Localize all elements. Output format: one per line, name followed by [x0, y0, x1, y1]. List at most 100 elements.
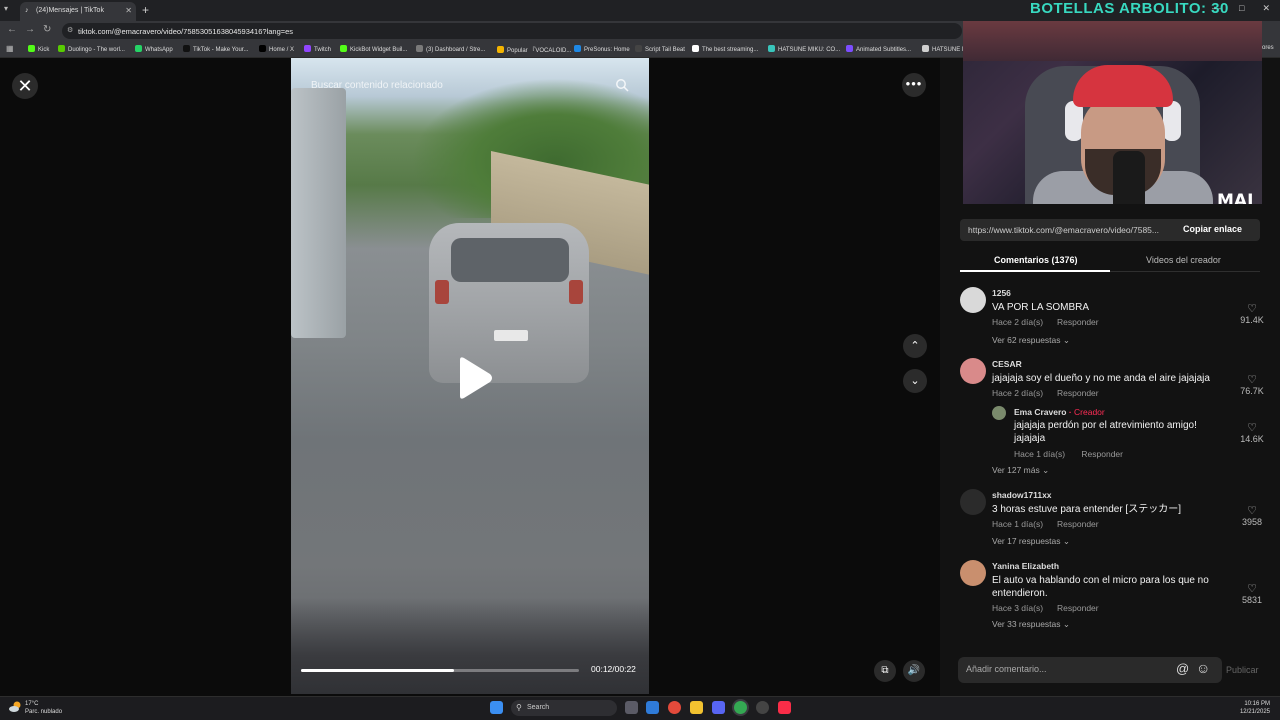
forward-icon[interactable]: →: [25, 24, 35, 35]
bookmark-item[interactable]: Kick: [28, 45, 49, 53]
heart-icon[interactable]: ♡: [1232, 302, 1272, 315]
creator-avatar[interactable]: [992, 406, 1006, 420]
comment-user[interactable]: Yanina Elizabeth: [992, 561, 1059, 571]
task-view-icon[interactable]: [625, 701, 638, 714]
close-tab-icon[interactable]: ✕: [125, 6, 132, 15]
bookmark-item[interactable]: Home / X: [259, 45, 294, 53]
url-field[interactable]: ⚙ tiktok.com/@emacravero/video/758530516…: [62, 23, 962, 39]
weather-desc: Parc. nublado: [25, 709, 63, 715]
discord-icon[interactable]: [712, 701, 725, 714]
bookmark-item[interactable]: Popular 『VOCALOID...: [497, 45, 571, 54]
bookmark-label: Animated Subtitles...: [856, 47, 912, 53]
creator-reply-respond[interactable]: Responder: [1081, 449, 1123, 459]
taskbar-search[interactable]: ⚲ Search: [511, 700, 617, 716]
tab-comments[interactable]: Comentarios (1376): [994, 255, 1078, 265]
opera-icon[interactable]: [668, 701, 681, 714]
back-icon[interactable]: ←: [7, 24, 17, 35]
tab-title: (24)Mensajes | TikTok: [36, 7, 104, 14]
publish-button[interactable]: Publicar: [1226, 665, 1259, 675]
comment-reply-button[interactable]: Responder: [1057, 603, 1099, 613]
copy-link-button[interactable]: Copiar enlace: [1183, 224, 1242, 234]
comment-like-count: 91.4K: [1240, 315, 1264, 325]
bookmark-item[interactable]: Twitch: [304, 45, 331, 53]
obs-icon[interactable]: [756, 701, 769, 714]
close-window-icon[interactable]: ✕: [1262, 3, 1270, 14]
comment-avatar[interactable]: [960, 358, 986, 384]
related-search-input[interactable]: Buscar contenido relacionado: [311, 80, 443, 91]
comment-avatar[interactable]: [960, 489, 986, 515]
video-frame-car-window: [451, 238, 569, 282]
comment-avatar[interactable]: [960, 560, 986, 586]
view-replies-button[interactable]: Ver 62 respuestas ⌄: [992, 335, 1070, 346]
bookmark-item[interactable]: (3) Dashboard / Stre...: [416, 45, 485, 53]
mention-icon[interactable]: @: [1176, 661, 1189, 676]
creator-reply-like[interactable]: ♡ 14.6K: [1232, 421, 1272, 444]
comment-like[interactable]: ♡ 91.4K: [1232, 302, 1272, 325]
comment-user[interactable]: CESAR: [992, 359, 1022, 369]
creator-reply-user[interactable]: Ema Cravero: [1014, 407, 1066, 417]
heart-icon[interactable]: ♡: [1232, 373, 1272, 386]
bookmark-item[interactable]: Animated Subtitles...: [846, 45, 911, 53]
more-bookmarks-label[interactable]: ores: [1262, 45, 1274, 51]
bookmark-favicon-icon: [28, 45, 35, 52]
bookmark-item[interactable]: HATSUNE M: [922, 45, 967, 53]
webcam-microphone: [1113, 151, 1145, 204]
view-replies-button[interactable]: Ver 17 respuestas ⌄: [992, 536, 1070, 547]
comment-like[interactable]: ♡ 76.7K: [1232, 373, 1272, 396]
heart-icon[interactable]: ♡: [1232, 504, 1272, 517]
tab-creator-videos[interactable]: Videos del creador: [1146, 255, 1221, 265]
comment-reply-button[interactable]: Responder: [1057, 317, 1099, 327]
comment-avatar[interactable]: [960, 287, 986, 313]
comment-like[interactable]: ♡ 3958: [1232, 504, 1272, 527]
emoji-icon[interactable]: ☺: [1196, 660, 1210, 676]
previous-video-button[interactable]: ⌃: [903, 334, 927, 358]
heart-icon[interactable]: ♡: [1232, 421, 1272, 434]
video-player[interactable]: Buscar contenido relacionado 00:12/00:22: [291, 58, 649, 694]
comment-like[interactable]: ♡ 5831: [1232, 582, 1272, 605]
bookmark-item[interactable]: HATSUNE MIKU: CO...: [768, 45, 840, 53]
comment-reply-button[interactable]: Responder: [1057, 388, 1099, 398]
apps-icon[interactable]: ▦: [6, 44, 14, 53]
music-icon[interactable]: [778, 701, 791, 714]
comment-placeholder[interactable]: Añadir comentario...: [966, 664, 1047, 674]
chrome-icon[interactable]: [734, 701, 747, 714]
comment-user[interactable]: 1256: [992, 288, 1011, 298]
bookmark-item[interactable]: TikTok - Make Your...: [183, 45, 248, 53]
reload-icon[interactable]: ↻: [43, 24, 51, 35]
weather-icon[interactable]: [8, 700, 22, 714]
browser-tab[interactable]: ♪ (24)Mensajes | TikTok ✕: [20, 2, 136, 21]
bookmark-favicon-icon: [304, 45, 311, 52]
bookmark-item[interactable]: KickBot Widget Buil...: [340, 45, 407, 53]
bookmark-favicon-icon: [635, 45, 642, 52]
share-link-url[interactable]: https://www.tiktok.com/@emacravero/video…: [968, 225, 1176, 235]
next-video-button[interactable]: ⌄: [903, 369, 927, 393]
comment-user[interactable]: shadow1711xx: [992, 490, 1052, 500]
bookmark-item[interactable]: WhatsApp: [135, 45, 173, 53]
bookmark-item[interactable]: The best streaming...: [692, 45, 758, 53]
view-replies-button[interactable]: Ver 127 más ⌄: [992, 465, 1049, 476]
more-options-button[interactable]: •••: [902, 73, 926, 97]
volume-icon[interactable]: 🔊: [903, 660, 925, 682]
floating-player-icon[interactable]: ⧉: [874, 660, 896, 682]
bookmark-item[interactable]: Duolingo - The worl...: [58, 45, 125, 53]
comment-reply-button[interactable]: Responder: [1057, 519, 1099, 529]
weather-widget[interactable]: 17°C Parc. nublado: [25, 700, 62, 716]
start-icon[interactable]: [490, 701, 503, 714]
taskbar-clock[interactable]: 10:16 PM 12/21/2025: [1240, 700, 1270, 716]
new-tab-button[interactable]: +: [142, 3, 149, 17]
file-explorer-icon[interactable]: [690, 701, 703, 714]
bookmark-item[interactable]: PreSonus: Home: [574, 45, 630, 53]
edge-icon[interactable]: [646, 701, 659, 714]
site-info-icon[interactable]: ⚙: [67, 26, 73, 34]
bookmark-item[interactable]: Script Tail Beat: [635, 45, 685, 53]
heart-icon[interactable]: ♡: [1232, 582, 1272, 595]
maximize-icon[interactable]: □: [1239, 3, 1244, 14]
search-icon[interactable]: [615, 78, 629, 92]
bookmark-label: Twitch: [314, 47, 332, 53]
tab-search-icon[interactable]: ▾: [4, 4, 8, 13]
play-icon[interactable]: [454, 356, 494, 400]
close-video-button[interactable]: ✕: [12, 73, 38, 99]
view-replies-button[interactable]: Ver 33 respuestas ⌄: [992, 619, 1070, 630]
video-progress-bar[interactable]: [301, 669, 579, 672]
comment-like-count: 76.7K: [1240, 386, 1264, 396]
